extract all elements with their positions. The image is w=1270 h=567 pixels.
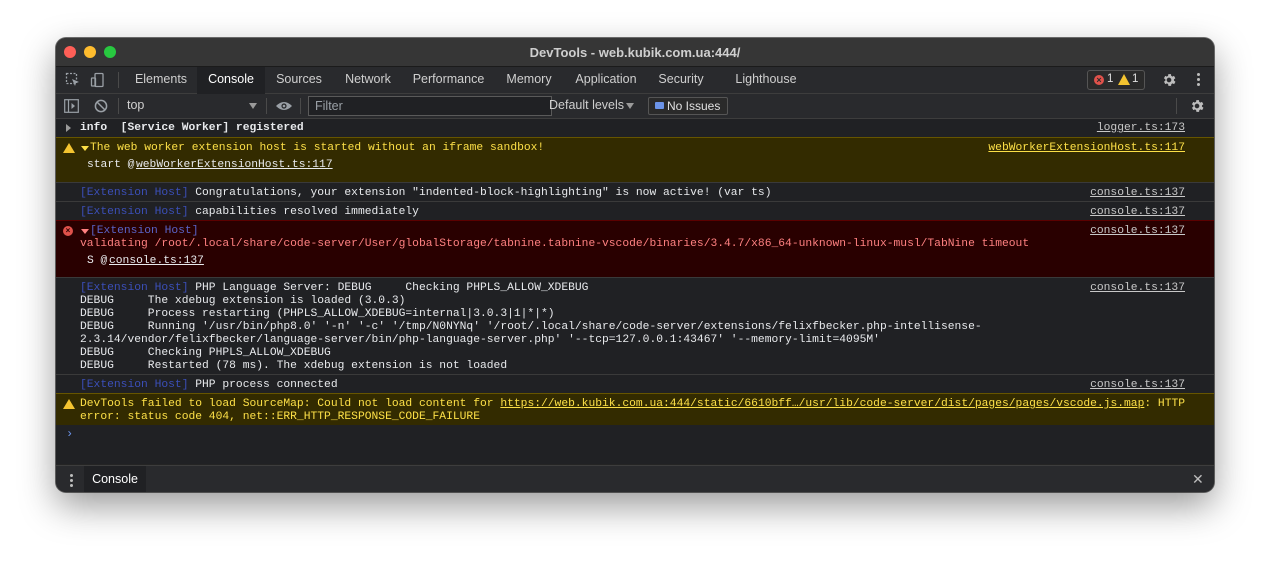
tab-security[interactable]: Security xyxy=(652,67,710,93)
message-text: validating /root/.local/share/code-serve… xyxy=(80,238,1030,250)
window-title: DevTools - web.kubik.com.ua:444/ xyxy=(529,45,741,60)
source-link[interactable]: console.ts:137 xyxy=(1090,206,1185,219)
message-line-2: error: status code 404, net::ERR_HTTP_RE… xyxy=(80,411,480,423)
message-body: PHP process connected xyxy=(188,379,338,391)
message-icon xyxy=(655,102,664,109)
warning-icon xyxy=(63,399,75,409)
filter-input[interactable] xyxy=(308,96,552,116)
no-issues-button[interactable]: No Issues xyxy=(648,97,728,115)
console-prompt[interactable]: › xyxy=(66,427,73,441)
message-text: info [Service Worker] registered xyxy=(80,122,304,134)
stack-trace-prefix: start @ xyxy=(87,159,142,171)
drawer-menu-icon[interactable] xyxy=(70,474,73,489)
no-issues-label: No Issues xyxy=(667,99,721,113)
log-line: DEBUG The xdebug extension is loaded (3.… xyxy=(80,295,406,307)
message-text: [Extension Host] PHP process connected xyxy=(80,379,338,392)
collapse-caret-icon[interactable] xyxy=(81,146,89,151)
log-line: DEBUG Restarted (78 ms). The xdebug exte… xyxy=(80,360,508,372)
extension-host-tag: [Extension Host] xyxy=(80,187,189,199)
message-suffix: : HTTP xyxy=(1144,398,1186,410)
more-options-icon[interactable] xyxy=(1197,73,1200,88)
drawer-tab-bar: Console ✕ xyxy=(56,465,1214,492)
tab-memory[interactable]: Memory xyxy=(499,67,559,93)
console-message: [Extension Host] PHP process connected c… xyxy=(56,374,1214,393)
message-prefix: DevTools failed to load SourceMap: Could… xyxy=(80,398,501,410)
collapse-caret-icon[interactable] xyxy=(81,229,89,234)
console-settings-gear-icon[interactable] xyxy=(1189,98,1205,114)
clear-console-icon[interactable] xyxy=(94,99,108,113)
toolbar-divider xyxy=(118,98,119,114)
close-drawer-icon[interactable]: ✕ xyxy=(1192,472,1204,486)
message-body: PHP Language Server: DEBUG Checking PHPL… xyxy=(188,282,589,294)
extension-host-tag: [Extension Host] xyxy=(80,379,189,391)
tab-performance[interactable]: Performance xyxy=(406,67,491,93)
devtools-window: DevTools - web.kubik.com.ua:444/ Element… xyxy=(56,38,1214,492)
warning-icon xyxy=(1118,74,1130,85)
chevron-down-icon[interactable] xyxy=(626,103,634,109)
context-selector[interactable]: top xyxy=(127,98,144,112)
console-message-warning: DevTools failed to load SourceMap: Could… xyxy=(56,393,1214,425)
console-message: [Extension Host] Congratulations, your e… xyxy=(56,182,1214,201)
sourcemap-url-link[interactable]: https://web.kubik.com.ua:444/static/6610… xyxy=(500,398,1144,410)
stack-trace-link[interactable]: webWorkerExtensionHost.ts:117 xyxy=(136,159,333,172)
show-sidebar-icon[interactable] xyxy=(64,99,79,113)
message-text: The web worker extension host is started… xyxy=(90,142,545,154)
drawer-tab-console[interactable]: Console xyxy=(84,466,146,492)
warning-count: 1 xyxy=(1132,73,1139,85)
settings-gear-icon[interactable] xyxy=(1161,72,1177,88)
log-line: DEBUG Checking PHPLS_ALLOW_XDEBUG xyxy=(80,347,331,359)
tab-lighthouse[interactable]: Lighthouse xyxy=(728,67,804,93)
expand-caret-icon[interactable] xyxy=(66,124,71,132)
extension-host-tag: [Extension Host] xyxy=(80,206,189,218)
extension-host-tag: [Extension Host] xyxy=(80,282,189,294)
issues-counter-badge[interactable]: × 1 1 xyxy=(1087,70,1145,90)
error-icon: × xyxy=(63,226,73,236)
console-messages: info [Service Worker] registered logger.… xyxy=(56,119,1214,464)
device-toolbar-icon[interactable] xyxy=(90,72,106,88)
message-text: [Extension Host] Congratulations, your e… xyxy=(80,187,771,200)
error-icon: × xyxy=(1094,75,1104,85)
tab-network[interactable]: Network xyxy=(336,67,400,93)
console-message: [Extension Host] PHP Language Server: DE… xyxy=(56,277,1214,374)
title-bar: DevTools - web.kubik.com.ua:444/ xyxy=(56,38,1214,67)
console-message: [Extension Host] capabilities resolved i… xyxy=(56,201,1214,220)
message-body: Congratulations, your extension "indente… xyxy=(188,187,772,199)
log-line: DEBUG Process restarting (PHPLS_ALLOW_XD… xyxy=(80,308,555,320)
tab-console[interactable]: Console xyxy=(197,67,265,94)
source-link[interactable]: logger.ts:173 xyxy=(1097,122,1185,135)
panel-tab-bar: Elements Console Sources Network Perform… xyxy=(56,67,1214,94)
tab-sources[interactable]: Sources xyxy=(268,67,330,93)
inspect-element-icon[interactable] xyxy=(65,72,81,88)
toolbar-divider xyxy=(300,98,301,114)
log-line: 2.3.14/vendor/felixfbecker/language-serv… xyxy=(80,334,880,346)
warning-icon xyxy=(63,143,75,153)
extension-host-tag: [Extension Host] xyxy=(90,225,199,237)
source-link[interactable]: webWorkerExtensionHost.ts:117 xyxy=(988,142,1185,155)
tab-application[interactable]: Application xyxy=(566,67,646,93)
error-count: 1 xyxy=(1107,73,1114,85)
console-message-warning: The web worker extension host is started… xyxy=(56,137,1214,182)
tab-elements[interactable]: Elements xyxy=(126,67,196,93)
log-levels-dropdown[interactable]: Default levels xyxy=(549,98,624,112)
message-text: [Extension Host] capabilities resolved i… xyxy=(80,206,419,219)
message-text: DevTools failed to load SourceMap: Could… xyxy=(80,398,1185,411)
toolbar-divider xyxy=(266,98,267,114)
toolbar-divider xyxy=(1176,98,1177,114)
tabbar-divider xyxy=(118,72,119,88)
stack-trace-link[interactable]: console.ts:137 xyxy=(109,255,204,268)
source-link[interactable]: console.ts:137 xyxy=(1090,225,1185,238)
console-message-error: × [Extension Host] console.ts:137 valida… xyxy=(56,220,1214,277)
chevron-down-icon[interactable] xyxy=(249,103,257,109)
console-toolbar: top Default levels No Issues xyxy=(56,94,1214,119)
message-body: capabilities resolved immediately xyxy=(188,206,419,218)
source-link[interactable]: console.ts:137 xyxy=(1090,379,1185,392)
console-message: info [Service Worker] registered logger.… xyxy=(56,119,1214,137)
live-expression-eye-icon[interactable] xyxy=(275,100,293,112)
message-text: [Extension Host] PHP Language Server: DE… xyxy=(80,282,588,295)
log-line: DEBUG Running '/usr/bin/php8.0' '-n' '-c… xyxy=(80,321,982,333)
source-link[interactable]: console.ts:137 xyxy=(1090,282,1185,295)
source-link[interactable]: console.ts:137 xyxy=(1090,187,1185,200)
